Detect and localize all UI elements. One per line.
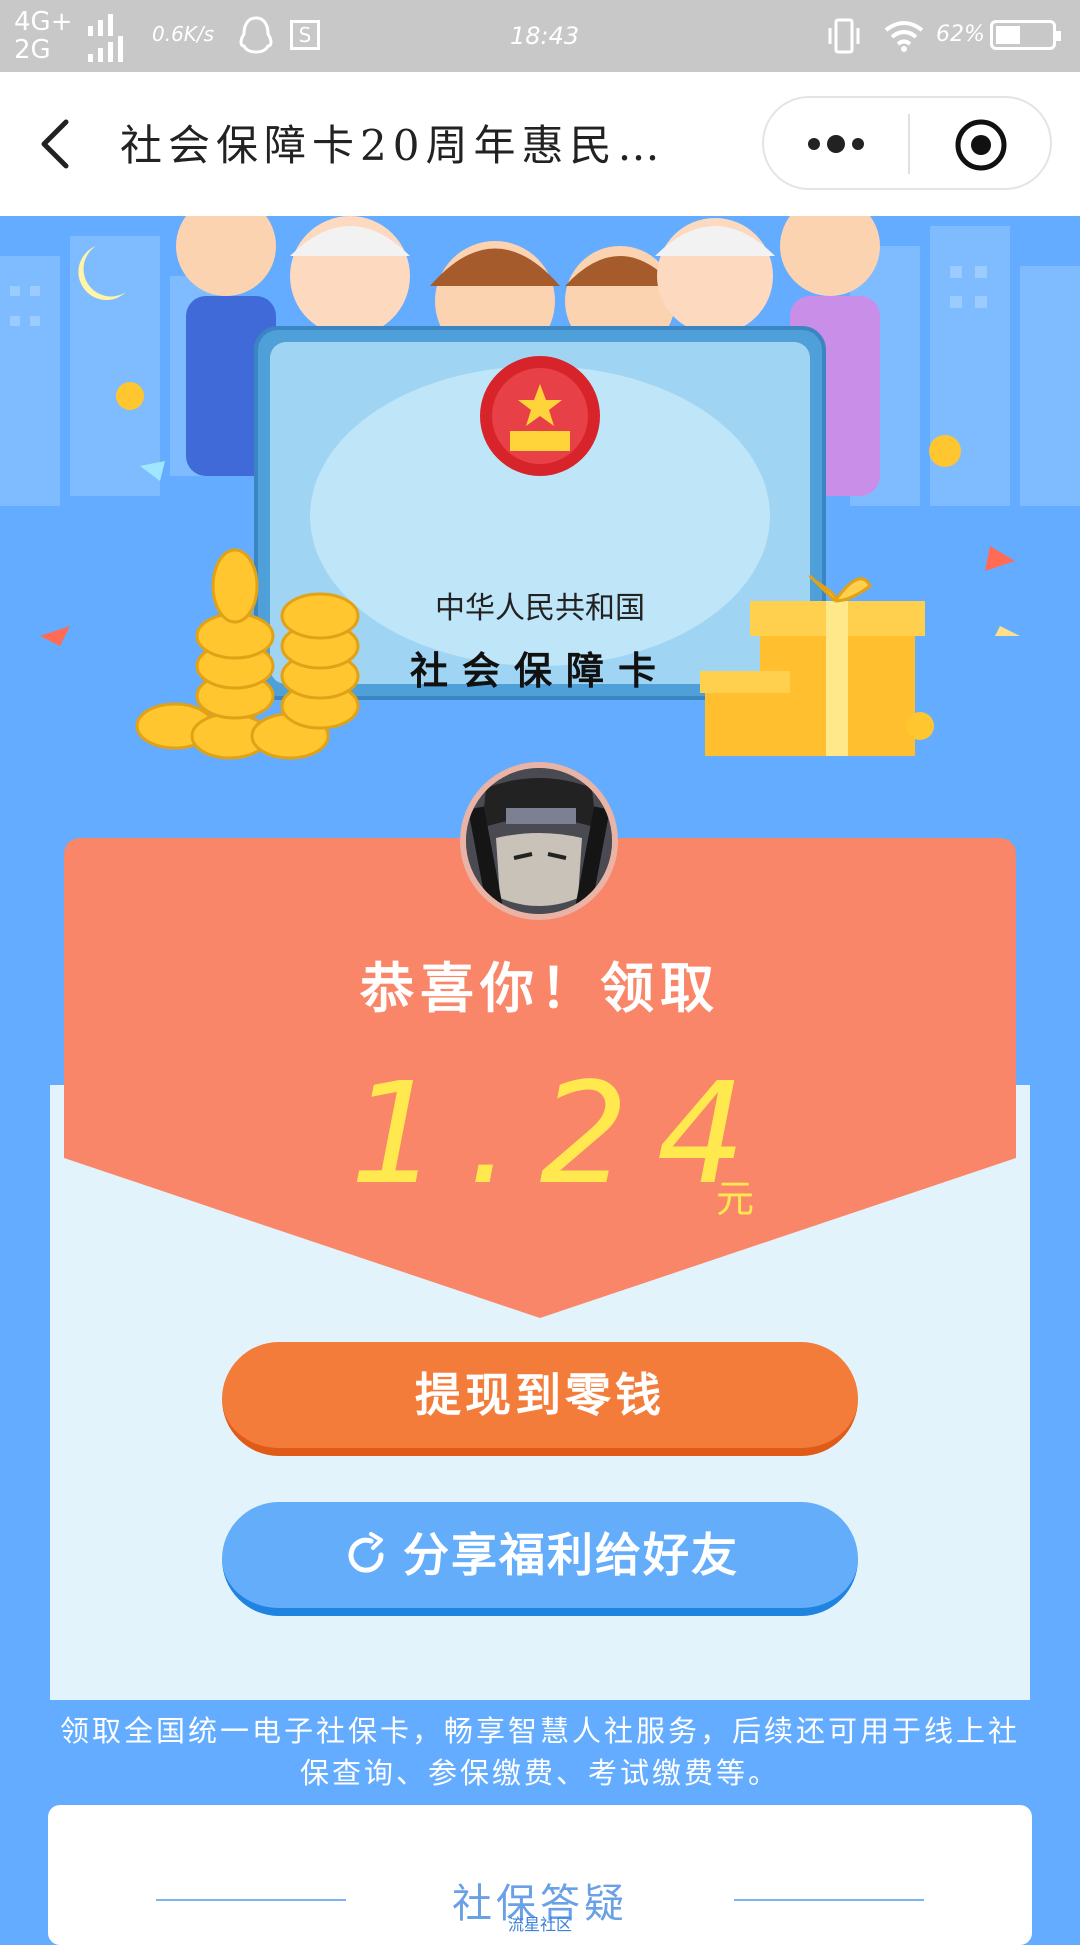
more-icon[interactable] — [804, 124, 868, 164]
reward-unit: 元 — [716, 1177, 755, 1221]
withdraw-button[interactable]: 提现到零钱 — [222, 1342, 858, 1456]
clock: 18:43 — [510, 22, 580, 50]
network-2g-label: 2G — [14, 35, 51, 65]
share-icon — [348, 1531, 384, 1573]
battery-percent: 62% — [936, 22, 985, 47]
capsule-divider — [908, 114, 910, 174]
qq-icon — [239, 16, 273, 54]
avatar — [460, 762, 618, 920]
signal-icon — [88, 14, 123, 62]
nav-bar: 社会保障卡20周年惠民… — [0, 72, 1080, 216]
network-4g-label: 4G+ — [14, 7, 73, 37]
share-button-label: 分享福利给好友 — [403, 1529, 739, 1581]
banner-illustration: 中华人民共和国 社会保障卡 — [0, 216, 1080, 776]
avatar-image — [466, 768, 612, 914]
back-icon[interactable] — [36, 116, 76, 172]
share-button[interactable]: 分享福利给好友 — [222, 1502, 858, 1616]
s-app-icon: S — [290, 20, 320, 50]
card-title-text: 社会保障卡 — [410, 648, 670, 693]
network-speed: 0.6K/s — [152, 22, 215, 46]
congrats-text: 恭喜你！领取 — [360, 956, 720, 1020]
status-bar: 4G+ 2G 0.6K/s S 18:43 62% — [0, 0, 1080, 72]
faq-card: 社保答疑 流星社区 — [48, 1805, 1032, 1945]
battery-icon — [990, 20, 1061, 50]
close-miniprogram-icon[interactable] — [954, 118, 1008, 172]
page-title: 社会保障卡20周年惠民… — [120, 121, 666, 170]
watermark-text: 流星社区 — [507, 1915, 572, 1934]
miniprogram-capsule — [762, 96, 1052, 190]
description-text: 领取全国统一电子社保卡，畅享智慧人社服务，后续还可用于线上社保查询、参保缴费、考… — [60, 1714, 1021, 1790]
wifi-icon — [884, 21, 924, 52]
card-country-text: 中华人民共和国 — [435, 591, 645, 626]
withdraw-button-label: 提现到零钱 — [415, 1368, 665, 1422]
network-indicator: 4G+ 2G — [14, 8, 72, 64]
reward-amount: 1.24 — [350, 1053, 774, 1216]
vibrate-icon — [828, 18, 860, 54]
